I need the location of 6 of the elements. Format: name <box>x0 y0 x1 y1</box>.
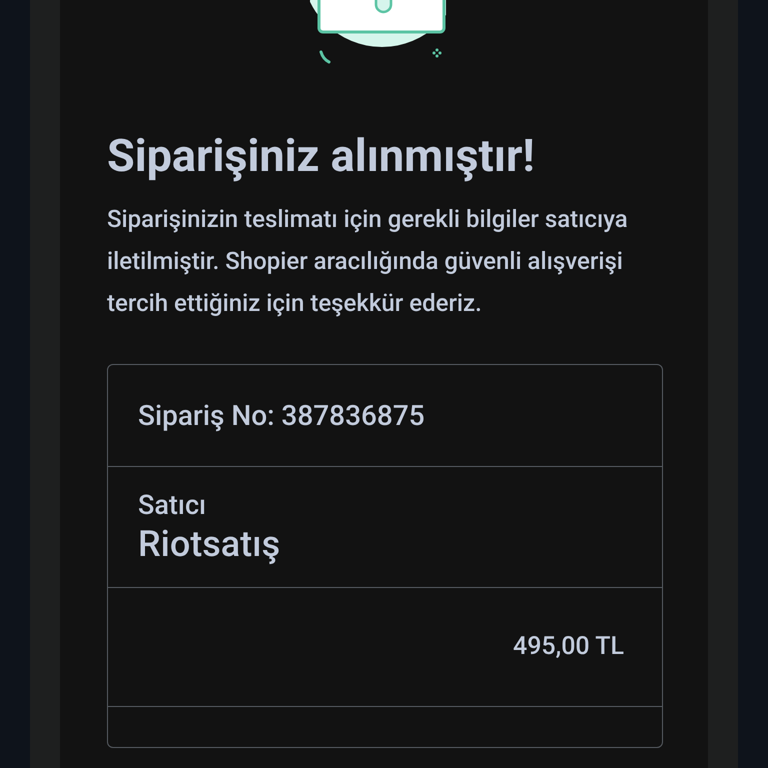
page-title: Siparişiniz alınmıştır! <box>107 130 536 182</box>
order-number: Sipariş No: 387836875 <box>138 398 425 434</box>
seller-label: Satıcı <box>138 488 208 522</box>
confirmation-message: Siparişinizin teslimatı için gerekli bilgiler satıcıya iletilmiştir. Shopier aracılığında güvenli alışverişi tercih ettiğiniz için teşekkür ederiz. <box>107 204 629 319</box>
order-amount: 495,00 TL <box>512 631 624 664</box>
seller-name: Riotsatış <box>138 522 282 566</box>
